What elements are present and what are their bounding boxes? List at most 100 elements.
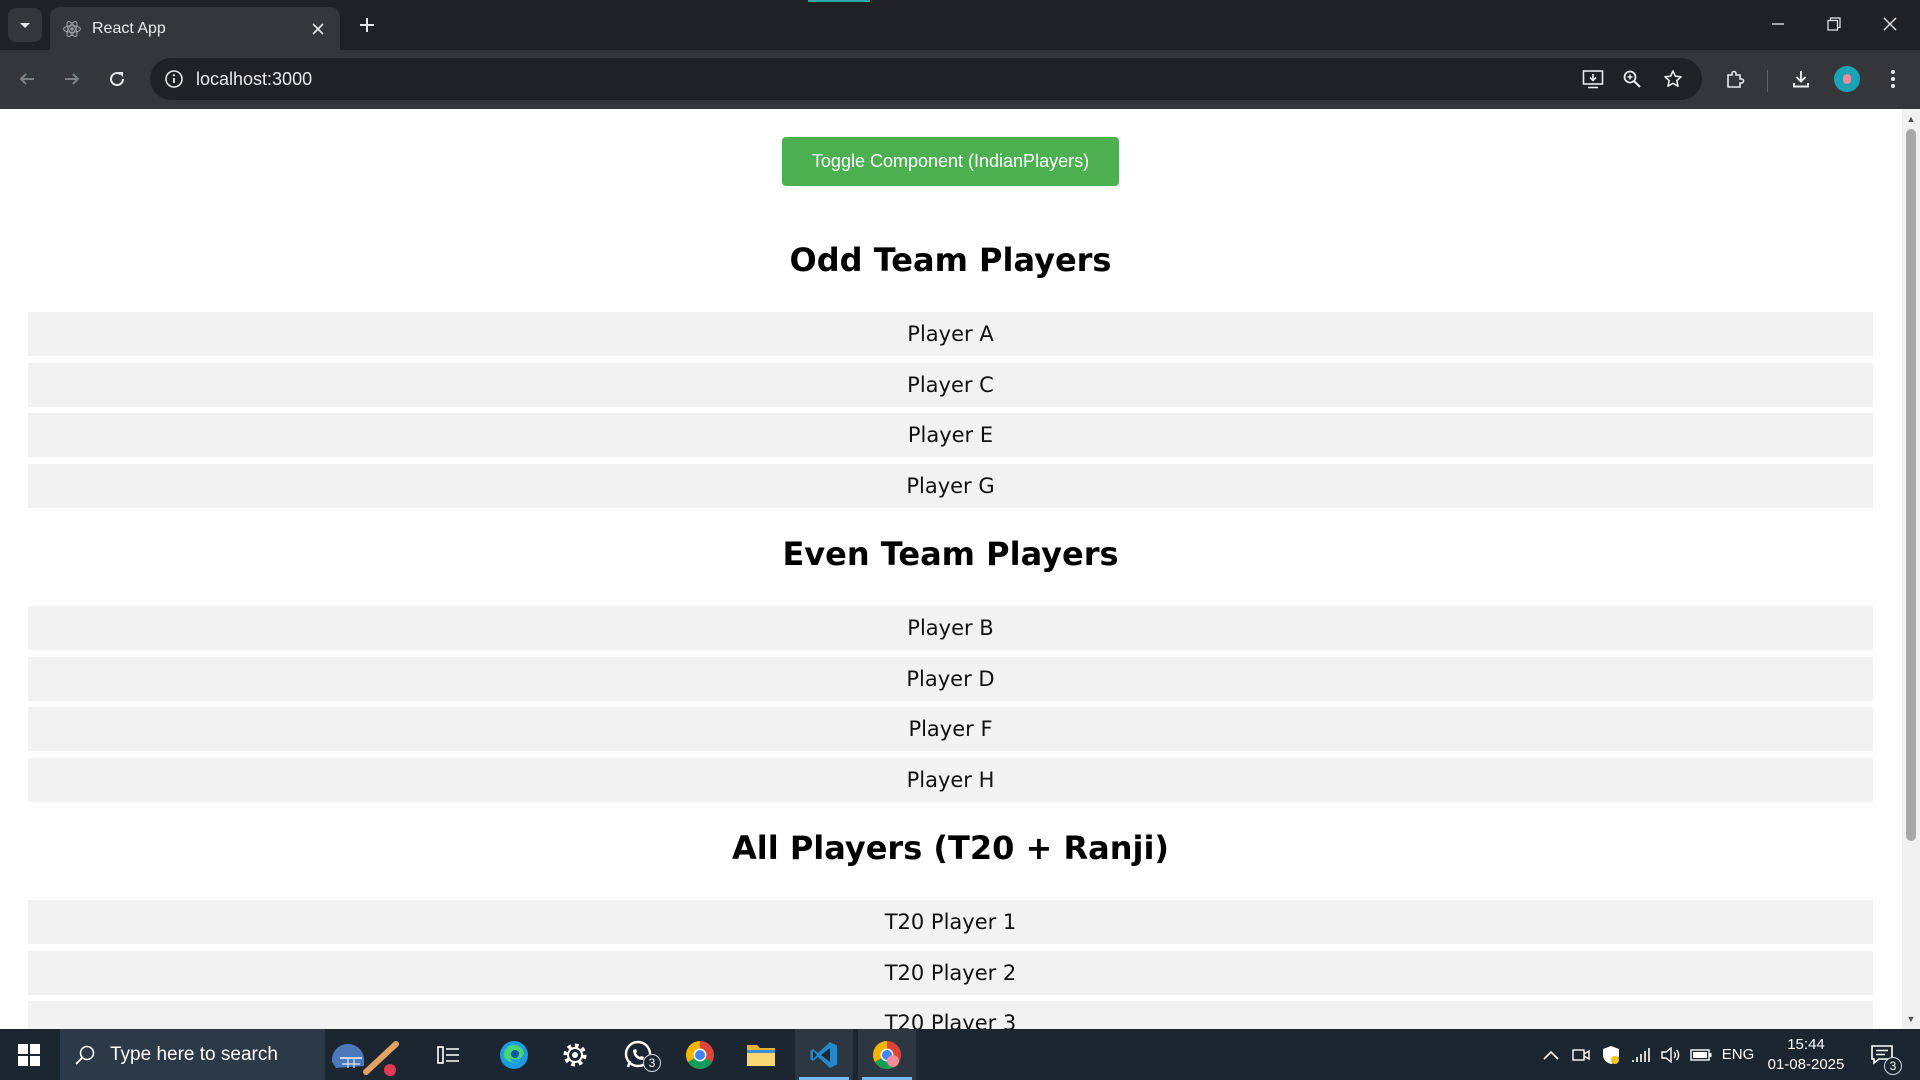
chrome-icon	[873, 1040, 901, 1069]
chevron-up-icon	[1543, 1050, 1559, 1060]
list-item: T20 Player 1	[28, 900, 1873, 944]
reload-icon	[110, 72, 125, 87]
whatsapp-taskbar-button[interactable]: 3	[609, 1029, 667, 1080]
vscode-taskbar-button[interactable]	[795, 1029, 853, 1080]
scroll-up-arrow[interactable]: ▲	[1902, 111, 1920, 127]
odd-team-heading: Odd Team Players	[789, 241, 1112, 279]
all-players-heading: All Players (T20 + Ranji)	[731, 829, 1170, 867]
list-item: Player H	[28, 758, 1873, 802]
browser-tab[interactable]: React App	[50, 7, 340, 50]
restore-icon	[1827, 17, 1841, 31]
arrow-right-icon	[65, 73, 80, 85]
url-text: localhost:3000	[196, 68, 313, 89]
scroll-down-arrow[interactable]: ▼	[1902, 1011, 1920, 1027]
minimize-icon	[1772, 23, 1784, 25]
tab-close-button[interactable]	[308, 19, 328, 39]
camera-icon	[1572, 1048, 1590, 1061]
close-icon	[1883, 17, 1897, 31]
chevron-down-icon	[20, 23, 30, 28]
reload-button[interactable]	[100, 62, 134, 96]
bookmark-button[interactable]	[1656, 58, 1690, 100]
menu-button[interactable]	[1876, 62, 1910, 96]
edge-icon	[500, 1040, 528, 1069]
speaker-icon	[1661, 1046, 1680, 1063]
list-item: Player A	[28, 312, 1873, 356]
windows-taskbar: Type here to search 3 ENG 15:44 01-08-20…	[0, 1029, 1920, 1080]
new-tab-button[interactable]	[352, 10, 382, 40]
clock-date: 01-08-2025	[1767, 1056, 1845, 1073]
start-button[interactable]	[0, 1029, 58, 1080]
star-icon	[1664, 70, 1682, 87]
taskbar-search[interactable]: Type here to search	[60, 1029, 325, 1080]
shield-icon	[1603, 1045, 1619, 1064]
chrome-icon	[686, 1040, 714, 1069]
install-app-button[interactable]	[1576, 58, 1610, 100]
folder-icon	[747, 1044, 775, 1066]
network-tray-button[interactable]	[1628, 1029, 1654, 1080]
minimize-button[interactable]	[1750, 0, 1806, 48]
settings-taskbar-button[interactable]	[546, 1029, 604, 1080]
language-indicator[interactable]: ENG	[1718, 1029, 1758, 1080]
zoom-button[interactable]	[1615, 58, 1649, 100]
extensions-button[interactable]	[1718, 62, 1752, 96]
forward-button[interactable]	[55, 62, 89, 96]
file-explorer-taskbar-button[interactable]	[732, 1029, 790, 1080]
list-item: Player F	[28, 707, 1873, 751]
taskbar-clock[interactable]: 15:44 01-08-2025	[1756, 1035, 1856, 1075]
list-item: Player B	[28, 606, 1873, 650]
profile-button[interactable]	[1830, 62, 1864, 96]
close-window-button[interactable]	[1862, 0, 1918, 48]
tab-search-button[interactable]	[8, 8, 42, 42]
show-hidden-icons-button[interactable]	[1538, 1029, 1564, 1080]
zoom-icon	[1623, 70, 1641, 88]
list-item: Player E	[28, 413, 1873, 457]
notifications-button[interactable]: 3	[1862, 1029, 1902, 1080]
vscode-icon	[810, 1041, 837, 1068]
list-item: T20 Player 3	[28, 1001, 1873, 1029]
restore-button[interactable]	[1806, 0, 1862, 48]
tab-indicator	[808, 0, 870, 2]
cricket-helmet-icon	[331, 1040, 399, 1076]
meet-now-tray-button[interactable]	[1568, 1029, 1594, 1080]
tab-title: React App	[92, 19, 166, 37]
address-bar[interactable]: localhost:3000	[150, 58, 1702, 100]
notification-badge: 3	[1884, 1057, 1902, 1075]
avatar	[1834, 66, 1860, 92]
more-vert-icon	[1891, 70, 1895, 88]
list-item: Player D	[28, 657, 1873, 701]
edge-taskbar-button[interactable]	[485, 1029, 543, 1080]
vertical-scrollbar[interactable]: ▲ ▼	[1902, 109, 1920, 1029]
info-icon[interactable]	[162, 67, 186, 91]
search-highlight-button[interactable]	[325, 1029, 405, 1080]
battery-tray-button[interactable]	[1688, 1029, 1714, 1080]
list-item: T20 Player 2	[28, 951, 1873, 995]
list-item: Player C	[28, 363, 1873, 407]
browser-titlebar: React App	[0, 0, 1920, 50]
task-view-button[interactable]	[420, 1029, 478, 1080]
volume-tray-button[interactable]	[1658, 1029, 1684, 1080]
chrome-taskbar-button[interactable]	[671, 1029, 729, 1080]
toolbar-separator	[1767, 70, 1768, 92]
arrow-left-icon	[19, 73, 34, 85]
chrome-active-taskbar-button[interactable]	[858, 1029, 916, 1080]
search-placeholder: Type here to search	[110, 1043, 278, 1065]
gear-icon	[563, 1043, 587, 1066]
whatsapp-badge: 3	[643, 1054, 661, 1072]
back-button[interactable]	[10, 62, 44, 96]
close-icon	[312, 22, 324, 35]
download-icon	[1793, 71, 1809, 88]
puzzle-icon	[1727, 70, 1745, 88]
search-icon	[75, 1045, 95, 1065]
task-view-icon	[437, 1045, 459, 1064]
browser-toolbar: localhost:3000	[0, 50, 1920, 109]
scroll-thumb[interactable]	[1906, 129, 1916, 841]
toggle-component-button[interactable]: Toggle Component (IndianPlayers)	[782, 137, 1119, 186]
battery-icon	[1690, 1048, 1712, 1061]
list-item: Player G	[28, 464, 1873, 508]
downloads-button[interactable]	[1784, 62, 1818, 96]
wifi-icon	[1632, 1047, 1650, 1062]
install-icon	[1582, 70, 1604, 89]
even-team-heading: Even Team Players	[782, 535, 1119, 573]
react-logo-icon	[63, 20, 81, 37]
security-tray-button[interactable]	[1598, 1029, 1624, 1080]
